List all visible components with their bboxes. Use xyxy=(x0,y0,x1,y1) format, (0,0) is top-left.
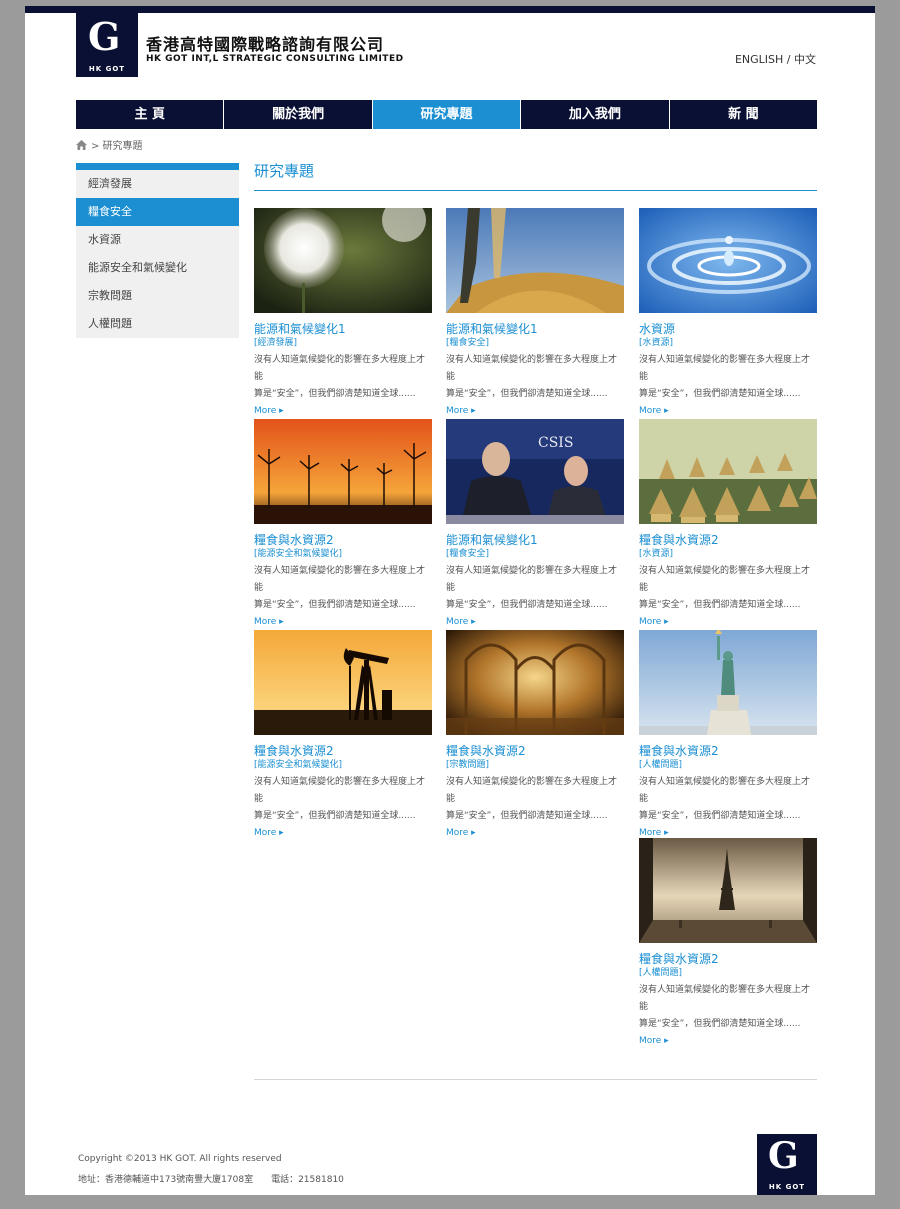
section-title: 研究專題 xyxy=(254,162,315,180)
nav-research[interactable]: 研究專題 xyxy=(372,100,522,129)
page: G HK GOT 香港高特國際戰略諮詢有限公司 HK GOT INT,L STR… xyxy=(25,6,875,1195)
sidebar-item-economy[interactable]: 經濟發展 xyxy=(76,170,239,198)
article-desc: 沒有人知道氣候變化的影響在多大程度上才能 算是“安全”，但我們卻清楚知道全球...… xyxy=(254,777,426,821)
more-link[interactable]: More ▸ xyxy=(254,617,432,627)
article-card: 糧食與水資源2 [水資源] 沒有人知道氣候變化的影響在多大程度上才能 算是“安全”… xyxy=(639,419,817,627)
article-image[interactable] xyxy=(254,208,432,313)
article-title[interactable]: 能源和氣候變化1 xyxy=(254,321,432,337)
sidebar: 經濟發展 糧食安全 水資源 能源安全和氣候變化 宗教問題 人權問題 xyxy=(76,163,239,338)
article-desc: 沒有人知道氣候變化的影響在多大程度上才能 算是“安全”，但我們卻清楚知道全球...… xyxy=(639,985,811,1029)
nav-about[interactable]: 關於我們 xyxy=(224,100,373,129)
top-bar xyxy=(25,6,875,13)
image-sign-text: CSIS xyxy=(538,435,573,451)
article-image[interactable]: CSIS xyxy=(446,419,624,524)
article-title[interactable]: 糧食與水資源2 xyxy=(639,743,817,759)
article-category[interactable]: [人權問題] xyxy=(639,759,817,772)
home-icon[interactable] xyxy=(76,139,87,150)
section-divider xyxy=(254,190,817,191)
nav-news[interactable]: 新 聞 xyxy=(670,100,817,129)
nav-home[interactable]: 主 頁 xyxy=(76,100,225,129)
article-card: CSIS 能源和氣候變化1 [糧食安全] 沒有人知道氣候變化的影響在多大程度上才… xyxy=(446,419,624,627)
article-category[interactable]: [宗教問題] xyxy=(446,759,624,772)
article-desc: 沒有人知道氣候變化的影響在多大程度上才能 算是“安全”，但我們卻清楚知道全球...… xyxy=(446,777,618,821)
logo-text: HK GOT xyxy=(88,65,126,73)
sidebar-item-energy-climate[interactable]: 能源安全和氣候變化 xyxy=(76,254,239,282)
logo[interactable]: G HK GOT xyxy=(76,13,138,77)
nav-join[interactable]: 加入我們 xyxy=(521,100,670,129)
sidebar-item-food-security[interactable]: 糧食安全 xyxy=(76,198,239,226)
article-desc: 沒有人知道氣候變化的影響在多大程度上才能 算是“安全”，但我們卻清楚知道全球...… xyxy=(446,566,618,610)
logo-mark: G xyxy=(88,14,121,59)
sidebar-item-human-rights[interactable]: 人權問題 xyxy=(76,310,239,338)
more-link[interactable]: More ▸ xyxy=(639,406,817,416)
brand-name-cn: 香港高特國際戰略諮詢有限公司 xyxy=(146,35,385,54)
article-card: 糧食與水資源2 [能源安全和氣候變化] 沒有人知道氣候變化的影響在多大程度上才能… xyxy=(254,630,432,838)
footer-logo[interactable]: G HK GOT xyxy=(757,1134,817,1195)
article-image[interactable] xyxy=(639,419,817,524)
more-link[interactable]: More ▸ xyxy=(639,828,817,838)
article-card: 能源和氣候變化1 [糧食安全] 沒有人知道氣候變化的影響在多大程度上才能 算是“安… xyxy=(446,208,624,416)
article-desc: 沒有人知道氣候變化的影響在多大程度上才能 算是“安全”，但我們卻清楚知道全球...… xyxy=(639,777,811,821)
article-image[interactable] xyxy=(639,838,817,943)
more-link[interactable]: More ▸ xyxy=(446,828,624,838)
footer-address: 地址：香港德輔道中173號南豐大廈1708室 電話：21581810 xyxy=(78,1175,344,1185)
more-link[interactable]: More ▸ xyxy=(446,406,624,416)
article-category[interactable]: [糧食安全] xyxy=(446,548,624,561)
article-category[interactable]: [能源安全和氣候變化] xyxy=(254,548,432,561)
more-link[interactable]: More ▸ xyxy=(639,617,817,627)
footer-logo-mark: G xyxy=(768,1135,799,1177)
article-title[interactable]: 糧食與水資源2 xyxy=(254,532,432,548)
sidebar-item-water[interactable]: 水資源 xyxy=(76,226,239,254)
breadcrumb: > 研究專題 xyxy=(76,137,143,152)
article-title[interactable]: 糧食與水資源2 xyxy=(639,951,817,967)
article-card: 糧食與水資源2 [宗教問題] 沒有人知道氣候變化的影響在多大程度上才能 算是“安全… xyxy=(446,630,624,838)
article-card: 能源和氣候變化1 [經濟發展] 沒有人知道氣候變化的影響在多大程度上才能 算是“安… xyxy=(254,208,432,416)
article-category[interactable]: [水資源] xyxy=(639,548,817,561)
article-image[interactable] xyxy=(446,208,624,313)
article-desc: 沒有人知道氣候變化的影響在多大程度上才能 算是“安全”，但我們卻清楚知道全球...… xyxy=(639,566,811,610)
article-desc: 沒有人知道氣候變化的影響在多大程度上才能 算是“安全”，但我們卻清楚知道全球...… xyxy=(254,566,426,610)
more-link[interactable]: More ▸ xyxy=(639,1036,817,1046)
article-image[interactable] xyxy=(446,630,624,735)
main-nav: 主 頁 關於我們 研究專題 加入我們 新 聞 xyxy=(76,100,817,129)
article-title[interactable]: 水資源 xyxy=(639,321,817,337)
more-link[interactable]: More ▸ xyxy=(254,406,432,416)
article-card: 糧食與水資源2 [能源安全和氣候變化] 沒有人知道氣候變化的影響在多大程度上才能… xyxy=(254,419,432,627)
article-image[interactable] xyxy=(639,630,817,735)
sidebar-top-bar xyxy=(76,163,239,170)
article-image[interactable] xyxy=(254,419,432,524)
footer-copyright: Copyright ©2013 HK GOT. All rights reser… xyxy=(78,1154,282,1164)
article-category[interactable]: [人權問題] xyxy=(639,967,817,980)
content-bottom-divider xyxy=(254,1079,817,1080)
footer-logo-text: HK GOT xyxy=(768,1183,806,1191)
article-category[interactable]: [能源安全和氣候變化] xyxy=(254,759,432,772)
article-desc: 沒有人知道氣候變化的影響在多大程度上才能 算是“安全”，但我們卻清楚知道全球...… xyxy=(446,355,618,399)
article-category[interactable]: [水資源] xyxy=(639,337,817,350)
article-title[interactable]: 能源和氣候變化1 xyxy=(446,321,624,337)
article-card: 糧食與水資源2 [人權問題] 沒有人知道氣候變化的影響在多大程度上才能 算是“安全… xyxy=(639,630,817,838)
brand-name-en: HK GOT INT,L STRATEGIC CONSULTING LIMITE… xyxy=(146,54,404,64)
language-switch[interactable]: ENGLISH / 中文 xyxy=(735,51,816,67)
article-title[interactable]: 糧食與水資源2 xyxy=(639,532,817,548)
article-title[interactable]: 能源和氣候變化1 xyxy=(446,532,624,548)
article-desc: 沒有人知道氣候變化的影響在多大程度上才能 算是“安全”，但我們卻清楚知道全球...… xyxy=(639,355,811,399)
sidebar-item-religion[interactable]: 宗教問題 xyxy=(76,282,239,310)
article-image[interactable] xyxy=(254,630,432,735)
article-card: 水資源 [水資源] 沒有人知道氣候變化的影響在多大程度上才能 算是“安全”，但我們… xyxy=(639,208,817,416)
article-title[interactable]: 糧食與水資源2 xyxy=(254,743,432,759)
article-category[interactable]: [經濟發展] xyxy=(254,337,432,350)
article-title[interactable]: 糧食與水資源2 xyxy=(446,743,624,759)
article-category[interactable]: [糧食安全] xyxy=(446,337,624,350)
more-link[interactable]: More ▸ xyxy=(446,617,624,627)
article-image[interactable] xyxy=(639,208,817,313)
more-link[interactable]: More ▸ xyxy=(254,828,432,838)
article-desc: 沒有人知道氣候變化的影響在多大程度上才能 算是“安全”，但我們卻清楚知道全球...… xyxy=(254,355,426,399)
article-card: 糧食與水資源2 [人權問題] 沒有人知道氣候變化的影響在多大程度上才能 算是“安全… xyxy=(639,838,817,1046)
breadcrumb-text: > 研究專題 xyxy=(91,141,143,152)
